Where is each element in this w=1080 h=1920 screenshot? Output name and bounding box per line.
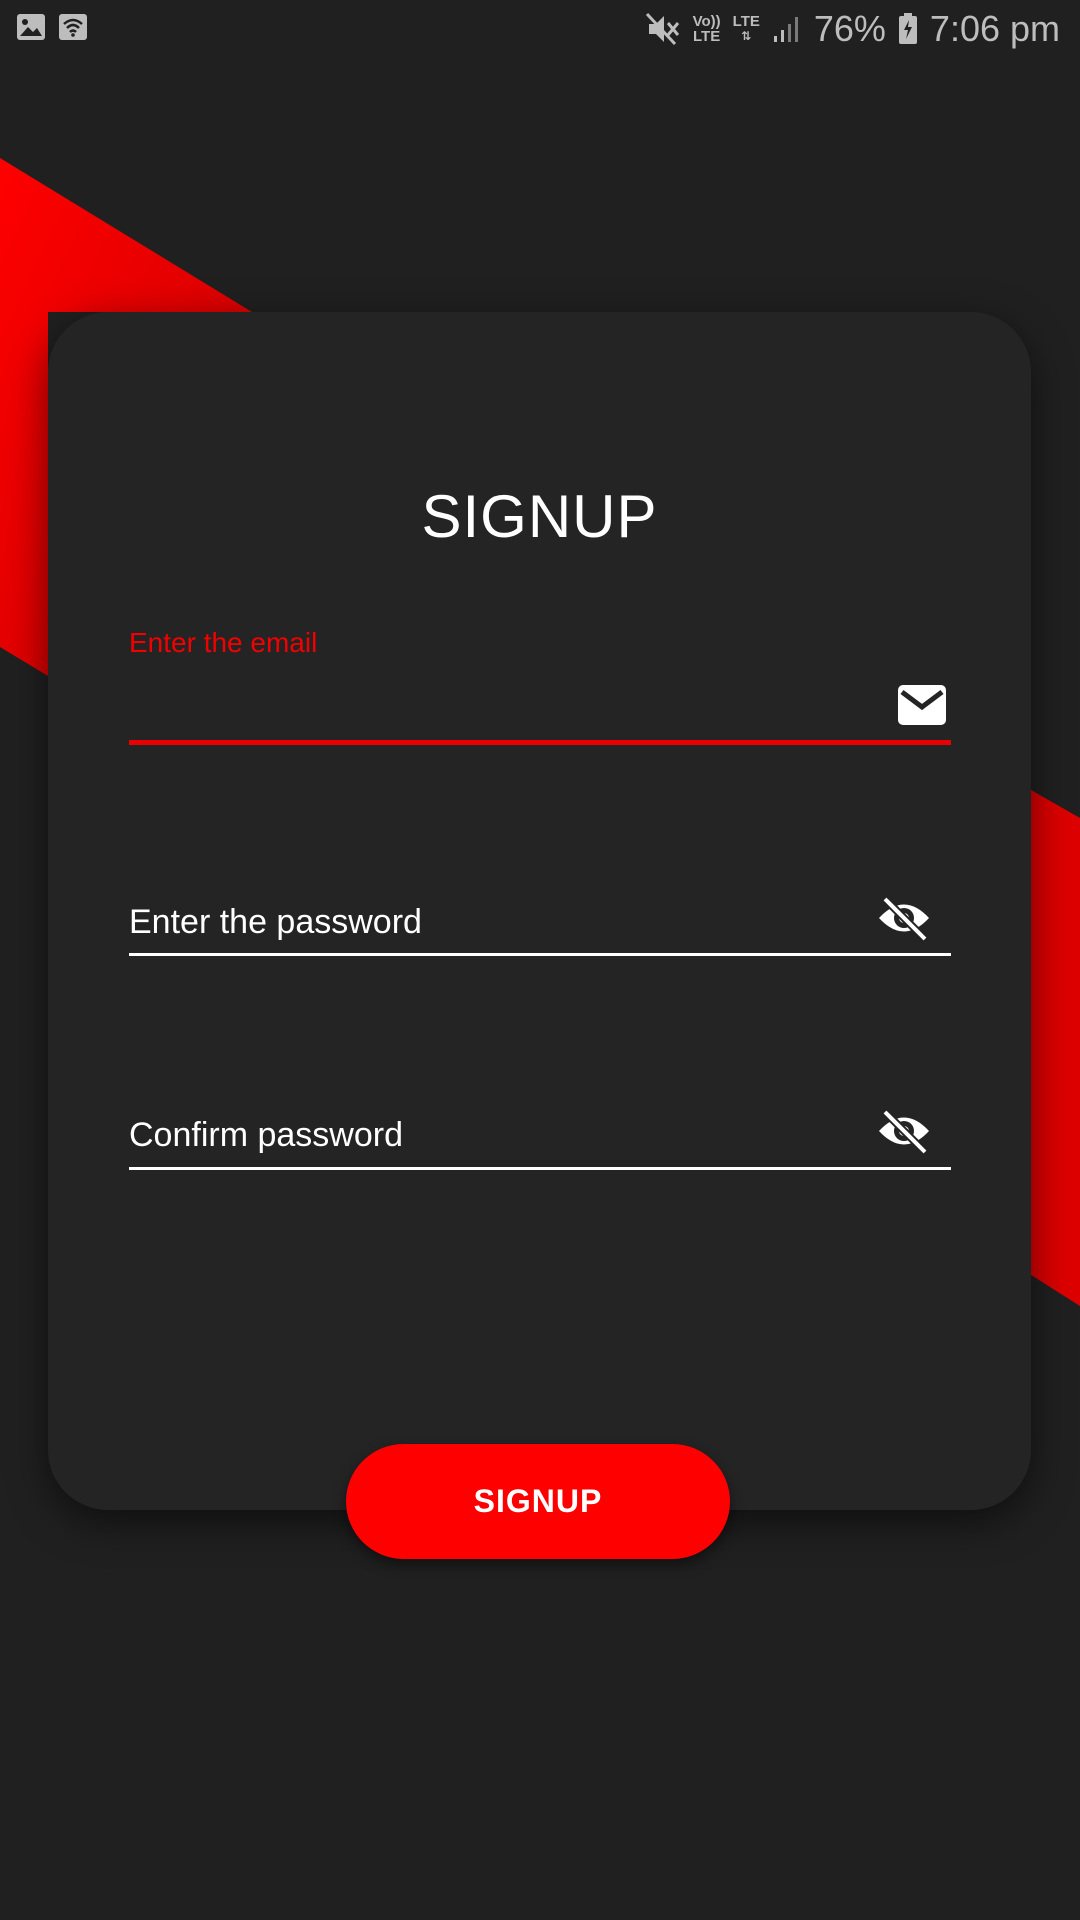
volte-indicator: Vo)) LTE [693,14,721,44]
eye-off-icon[interactable] [877,1108,931,1154]
signal-icon [773,17,798,42]
password-field[interactable] [129,897,889,947]
signup-card: SIGNUP Enter the email [48,312,1031,1510]
status-bar: Vo)) LTE LTE ⇅ 76% 7:06 pm [0,0,1080,60]
wifi-icon [59,14,87,40]
clock: 7:06 pm [929,8,1060,49]
page-title: SIGNUP [421,483,658,550]
battery-icon [898,13,917,44]
email-field-label: Enter the email [129,627,318,658]
volte-label: Vo)) [692,13,721,30]
status-left [16,12,88,42]
mail-icon [898,685,946,725]
email-field-underline [129,740,951,745]
lte-label: LTE [732,13,760,30]
lte-indicator: LTE ⇅ [732,13,760,43]
email-field-container: Enter the email [129,627,951,757]
signup-button[interactable]: SIGNUP [346,1444,730,1559]
email-field[interactable] [129,689,889,739]
confirm-password-field[interactable] [129,1110,889,1160]
eye-off-icon[interactable] [877,895,931,941]
volte-sub: LTE [693,28,721,45]
signup-screen: Vo)) LTE LTE ⇅ 76% 7:06 pm SIGNUP Enter … [0,0,1080,1920]
password-field-underline [129,953,951,956]
image-icon [17,14,45,40]
mute-icon [645,12,679,46]
confirm-field-underline [129,1167,951,1170]
battery-percent: 76% [813,8,886,49]
status-right: Vo)) LTE LTE ⇅ 76% 7:06 pm [645,8,1060,50]
